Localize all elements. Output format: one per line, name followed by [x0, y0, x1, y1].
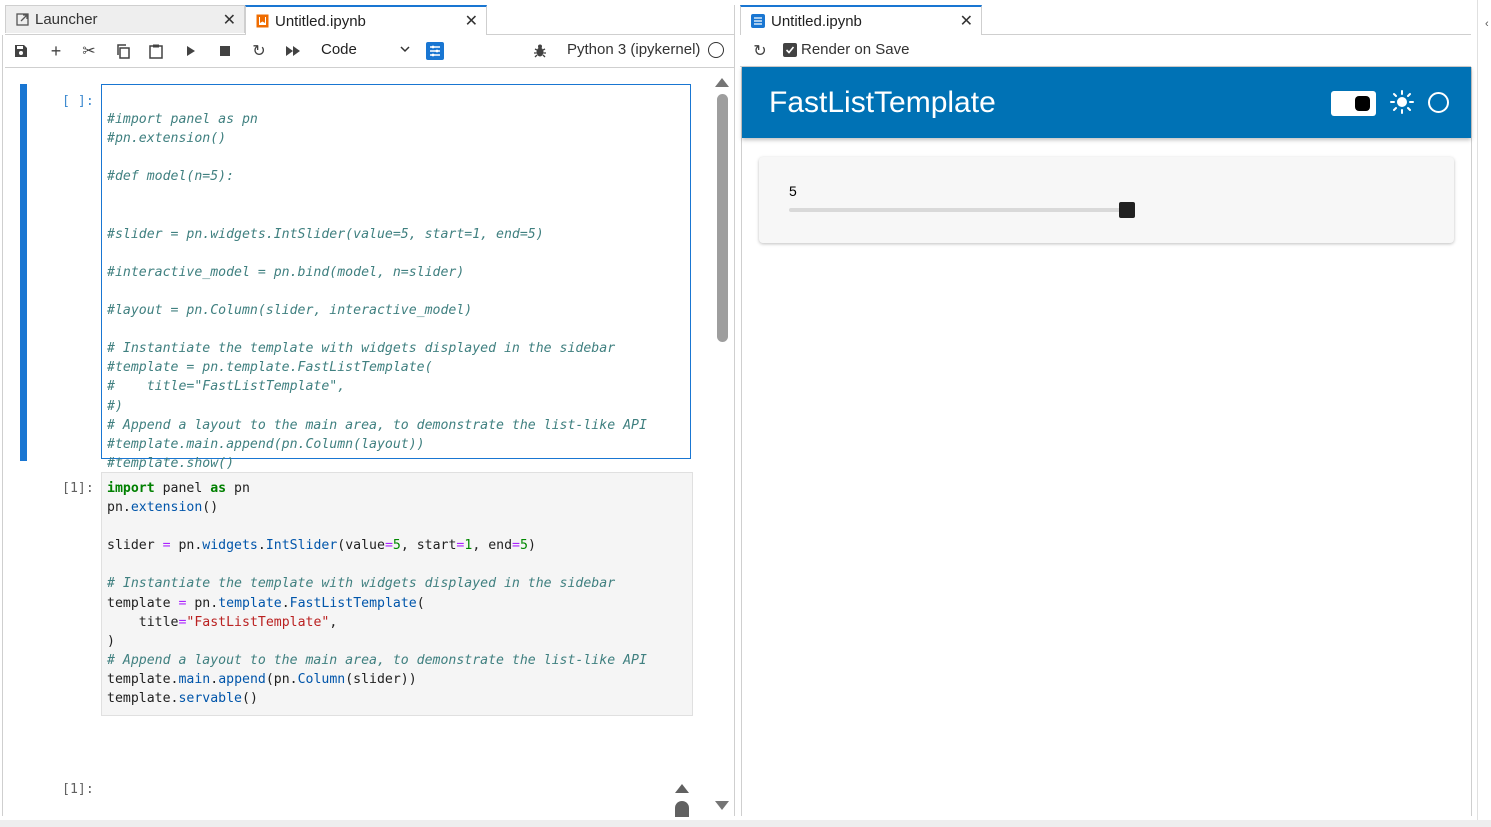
left-panel-left-border — [2, 35, 3, 816]
stop-icon[interactable] — [217, 43, 233, 59]
code-line: #import panel as pn — [107, 112, 258, 128]
preview-header: FastListTemplate — [742, 67, 1471, 138]
code-line: # title="FastListTemplate", — [107, 379, 346, 395]
fast-forward-icon[interactable] — [285, 43, 301, 59]
render-on-save-label[interactable]: Render on Save — [801, 41, 909, 58]
code-line: template.servable() — [107, 691, 258, 707]
kernel-name[interactable]: Python 3 (ipykernel) — [567, 41, 700, 58]
preview-icon — [751, 14, 765, 28]
cell-prompt: [1]: — [62, 481, 94, 496]
notebook-toolbar: + ✂ ↻ Code Python 3 (ipykernel) — [5, 35, 734, 68]
code-line: template = pn.template.FastListTemplate( — [107, 595, 425, 611]
tab-label: Untitled.ipynb — [771, 12, 862, 30]
collapse-icon[interactable]: ‹ — [1485, 18, 1489, 30]
notebook-panel: [ ]: #import panel as pn #pn.extension() … — [5, 68, 734, 817]
property-inspector-icon[interactable] — [426, 42, 444, 60]
launcher-icon — [16, 13, 29, 26]
code-cell-3[interactable] — [101, 774, 693, 817]
code-line: #) — [107, 398, 123, 414]
scrollbar-thumb[interactable] — [717, 94, 728, 342]
code-line: #def model(n=5): — [107, 169, 235, 185]
close-icon[interactable]: ✕ — [960, 11, 973, 31]
cut-icon[interactable]: ✂ — [81, 43, 97, 60]
tab-preview-notebook[interactable]: Untitled.ipynb ✕ — [740, 5, 982, 35]
left-tabbar: Launcher ✕ Untitled.ipynb ✕ — [5, 5, 734, 35]
slider-handle[interactable] — [1119, 202, 1135, 218]
code-line: title="FastListTemplate", — [107, 614, 338, 630]
code-line: #interactive_model = pn.bind(model, n=sl… — [107, 264, 465, 280]
code-line: # Append a layout to the main area, to d… — [107, 417, 647, 433]
tab-untitled-notebook[interactable]: Untitled.ipynb ✕ — [245, 5, 487, 35]
code-line: slider = pn.widgets.IntSlider(value=5, s… — [107, 538, 536, 554]
code-line: #template = pn.template.FastListTemplate… — [107, 360, 433, 376]
code-line: # Instantiate the template with widgets … — [107, 341, 616, 357]
code-line: import panel as pn — [107, 481, 250, 496]
cell-prompt: [1]: — [62, 782, 94, 797]
code-line: #template.show() — [107, 455, 235, 471]
preview-frame: FastListTemplate 5 — [741, 67, 1472, 816]
theme-toggle[interactable] — [1331, 91, 1376, 116]
restart-icon[interactable]: ↻ — [251, 43, 267, 60]
save-icon[interactable] — [13, 43, 29, 59]
main-card: 5 — [759, 157, 1454, 243]
code-line: template.main.append(pn.Column(slider)) — [107, 671, 417, 687]
paste-icon[interactable] — [148, 43, 164, 59]
scroll-up-icon[interactable] — [715, 74, 729, 92]
int-slider[interactable] — [789, 201, 1135, 219]
slider-value-label: 5 — [789, 183, 797, 199]
kernel-status-icon — [708, 42, 724, 58]
code-line: #template.main.append(pn.Column(layout)) — [107, 436, 425, 452]
status-bar — [0, 820, 1491, 827]
tab-launcher[interactable]: Launcher ✕ — [5, 5, 245, 33]
page-title: FastListTemplate — [769, 86, 996, 119]
copy-icon[interactable] — [115, 43, 131, 59]
notebook-scrollbar[interactable] — [713, 68, 731, 817]
cell-type-value: Code — [321, 41, 357, 58]
tab-label: Untitled.ipynb — [275, 12, 366, 30]
cell-prompt: [ ]: — [62, 94, 94, 109]
notebook-icon — [256, 14, 269, 28]
right-edge-border — [1477, 0, 1478, 827]
code-line: # Append a layout to the main area, to d… — [107, 652, 647, 668]
run-icon[interactable] — [183, 43, 199, 59]
move-down-icon[interactable] — [675, 801, 689, 817]
active-cell-indicator — [20, 84, 27, 461]
bug-icon[interactable] — [532, 43, 548, 59]
code-cell-2[interactable]: import panel as pn pn.extension() slider … — [101, 472, 693, 716]
cell-type-select[interactable]: Code — [321, 41, 411, 61]
sun-icon[interactable] — [1390, 90, 1414, 119]
left-panel-border — [734, 5, 735, 816]
chevron-down-icon — [399, 42, 411, 59]
code-line: #pn.extension() — [107, 131, 227, 147]
scroll-down-icon[interactable] — [715, 797, 729, 815]
code-line: # Instantiate the template with widgets … — [107, 576, 616, 592]
toggle-knob — [1355, 96, 1370, 111]
busy-indicator-icon — [1428, 92, 1449, 113]
code-line: #slider = pn.widgets.IntSlider(value=5, … — [107, 226, 544, 242]
close-icon[interactable]: ✕ — [465, 11, 478, 31]
move-up-icon[interactable] — [675, 780, 689, 798]
code-line: #layout = pn.Column(slider, interactive_… — [107, 303, 473, 319]
code-line: ) — [107, 633, 115, 649]
add-cell-icon[interactable]: + — [48, 41, 64, 61]
preview-toolbar: ↻ Render on Save — [740, 35, 1471, 67]
tab-label: Launcher — [35, 11, 98, 28]
code-line: pn.extension() — [107, 500, 219, 516]
code-cell-1[interactable]: #import panel as pn #pn.extension() #def … — [101, 84, 691, 471]
reload-icon[interactable]: ↻ — [752, 43, 768, 60]
render-on-save-checkbox[interactable] — [783, 43, 797, 57]
close-icon[interactable]: ✕ — [223, 10, 236, 30]
slider-track — [789, 208, 1129, 212]
right-tabbar: Untitled.ipynb ✕ — [740, 5, 1471, 35]
